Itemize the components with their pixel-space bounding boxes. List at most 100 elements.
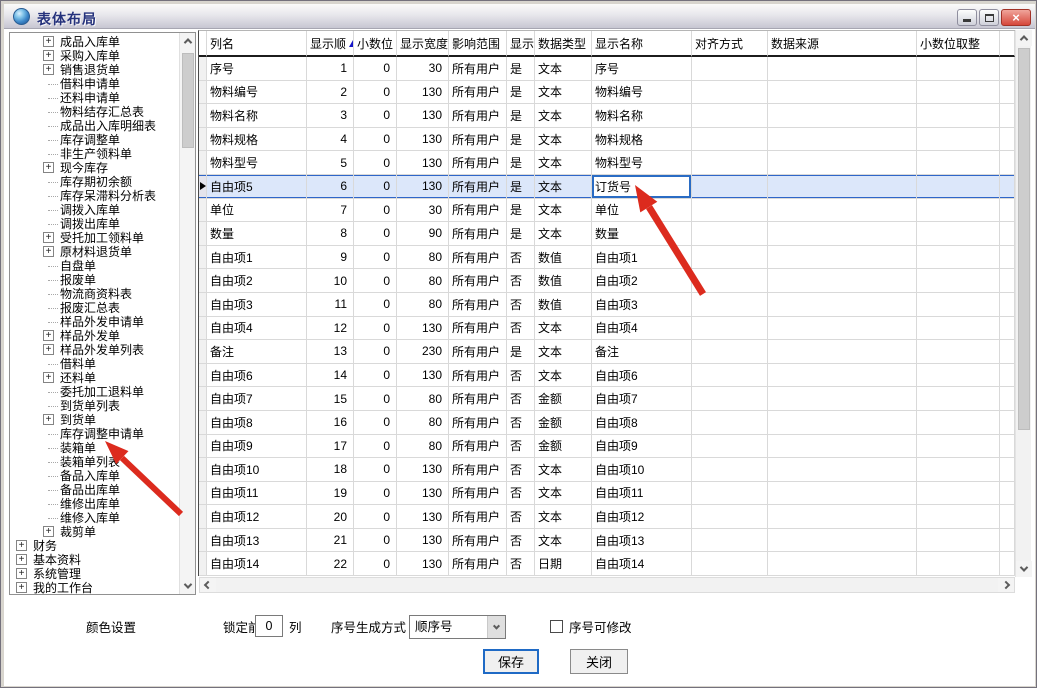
cell[interactable]: 所有用户 <box>449 246 507 270</box>
expand-icon[interactable]: + <box>43 372 54 383</box>
cell[interactable]: 0 <box>354 340 397 364</box>
cell[interactable]: 0 <box>354 505 397 529</box>
cell[interactable]: 15 <box>307 387 354 411</box>
tree-item[interactable]: 备品入库单 <box>10 469 120 483</box>
cell[interactable]: 0 <box>354 435 397 459</box>
cell[interactable] <box>692 411 768 435</box>
cell[interactable]: 130 <box>397 317 449 341</box>
row-header[interactable] <box>199 151 207 175</box>
cell[interactable]: 0 <box>354 104 397 128</box>
cell[interactable]: 80 <box>397 387 449 411</box>
cell[interactable] <box>692 529 768 553</box>
cell[interactable] <box>917 552 1000 576</box>
cell[interactable] <box>692 246 768 270</box>
cell[interactable] <box>692 552 768 576</box>
cell[interactable]: 自由项2 <box>207 269 307 293</box>
tree-item[interactable]: 报废单 <box>10 273 96 287</box>
tree-item[interactable]: 到货单列表 <box>10 399 120 413</box>
tree-item[interactable]: +样品外发单列表 <box>10 343 144 357</box>
cell[interactable] <box>768 529 917 553</box>
cell[interactable]: 自由项10 <box>207 458 307 482</box>
cell[interactable]: 自由项1 <box>207 246 307 270</box>
cell[interactable]: 所有用户 <box>449 57 507 81</box>
cell[interactable]: 130 <box>397 505 449 529</box>
cell[interactable] <box>917 81 1000 105</box>
tree-item[interactable]: 库存呆滞料分析表 <box>10 189 156 203</box>
tree-item[interactable]: +成品入库单 <box>10 35 120 49</box>
cell[interactable]: 14 <box>307 364 354 388</box>
cell[interactable]: 自由项6 <box>592 364 692 388</box>
cell[interactable]: 是 <box>507 222 535 246</box>
grid-vertical-scrollbar[interactable] <box>1015 30 1031 577</box>
column-header[interactable]: 显示 <box>507 31 535 57</box>
cell[interactable] <box>917 175 1000 199</box>
table-row[interactable]: 备注130230所有用户是文本备注 <box>199 340 1015 364</box>
cell[interactable]: 所有用户 <box>449 529 507 553</box>
cell[interactable]: 自由项9 <box>592 435 692 459</box>
tree-item[interactable]: 报废汇总表 <box>10 301 120 315</box>
tree-item[interactable]: +系统管理 <box>10 567 81 581</box>
table-row[interactable]: 自由项917080所有用户否金额自由项9 <box>199 435 1015 459</box>
cell[interactable] <box>768 552 917 576</box>
expand-icon[interactable]: + <box>16 568 27 579</box>
table-row[interactable]: 自由项6140130所有用户否文本自由项6 <box>199 364 1015 388</box>
tree-item[interactable]: 自盘单 <box>10 259 96 273</box>
cell[interactable] <box>917 199 1000 223</box>
tree-item[interactable]: +原材料退货单 <box>10 245 132 259</box>
cell[interactable]: 80 <box>397 293 449 317</box>
table-row[interactable]: 单位7030所有用户是文本单位 <box>199 199 1015 223</box>
cell[interactable]: 所有用户 <box>449 458 507 482</box>
cell[interactable]: 自由项11 <box>592 482 692 506</box>
tree-item[interactable]: 调拨出库单 <box>10 217 120 231</box>
cell[interactable]: 130 <box>397 364 449 388</box>
cell[interactable]: 自由项3 <box>207 293 307 317</box>
cell[interactable] <box>692 57 768 81</box>
table-row[interactable]: 物料型号50130所有用户是文本物料型号 <box>199 151 1015 175</box>
cell[interactable] <box>692 81 768 105</box>
save-button[interactable]: 保存 <box>483 649 539 674</box>
tree-item[interactable]: 借料申请单 <box>10 77 120 91</box>
sequence-method-select[interactable]: 顺序号 <box>409 615 506 639</box>
cell[interactable] <box>768 458 917 482</box>
cell[interactable]: 文本 <box>535 199 592 223</box>
table-row[interactable]: 自由项816080所有用户否金额自由项8 <box>199 411 1015 435</box>
cell[interactable]: 80 <box>397 269 449 293</box>
cell[interactable]: 自由项7 <box>592 387 692 411</box>
cell[interactable]: 是 <box>507 151 535 175</box>
column-header[interactable]: 显示顺 <box>307 31 354 57</box>
cell[interactable]: 130 <box>397 81 449 105</box>
tree-item[interactable]: 库存调整申请单 <box>10 427 144 441</box>
row-header[interactable] <box>199 458 207 482</box>
cell[interactable] <box>917 458 1000 482</box>
cell[interactable]: 0 <box>354 552 397 576</box>
grid-scrollbar-thumb[interactable] <box>1018 48 1030 430</box>
cell[interactable]: 0 <box>354 387 397 411</box>
title-bar[interactable]: 表体布局 × <box>4 4 1035 29</box>
table-row[interactable]: 自由项14220130所有用户否日期自由项14 <box>199 552 1015 576</box>
cell[interactable] <box>768 505 917 529</box>
cell[interactable]: 所有用户 <box>449 175 507 199</box>
cell[interactable]: 所有用户 <box>449 317 507 341</box>
table-row[interactable]: 自由项715080所有用户否金额自由项7 <box>199 387 1015 411</box>
cell[interactable]: 否 <box>507 529 535 553</box>
cell[interactable]: 否 <box>507 293 535 317</box>
cell[interactable]: 否 <box>507 435 535 459</box>
cell[interactable] <box>692 104 768 128</box>
expand-icon[interactable]: + <box>16 582 27 593</box>
cell[interactable]: 所有用户 <box>449 151 507 175</box>
cell[interactable] <box>692 482 768 506</box>
cell[interactable] <box>768 387 917 411</box>
close-button[interactable]: × <box>1001 9 1031 26</box>
cell[interactable]: 0 <box>354 317 397 341</box>
cell[interactable]: 0 <box>354 458 397 482</box>
cell[interactable] <box>692 364 768 388</box>
cell[interactable]: 文本 <box>535 529 592 553</box>
cell[interactable] <box>768 57 917 81</box>
column-header[interactable]: 显示宽度 <box>397 31 449 57</box>
cell[interactable]: 所有用户 <box>449 435 507 459</box>
cell[interactable] <box>917 505 1000 529</box>
cell[interactable] <box>692 458 768 482</box>
cell[interactable]: 130 <box>397 529 449 553</box>
cell[interactable]: 序号 <box>207 57 307 81</box>
expand-icon[interactable]: + <box>43 344 54 355</box>
